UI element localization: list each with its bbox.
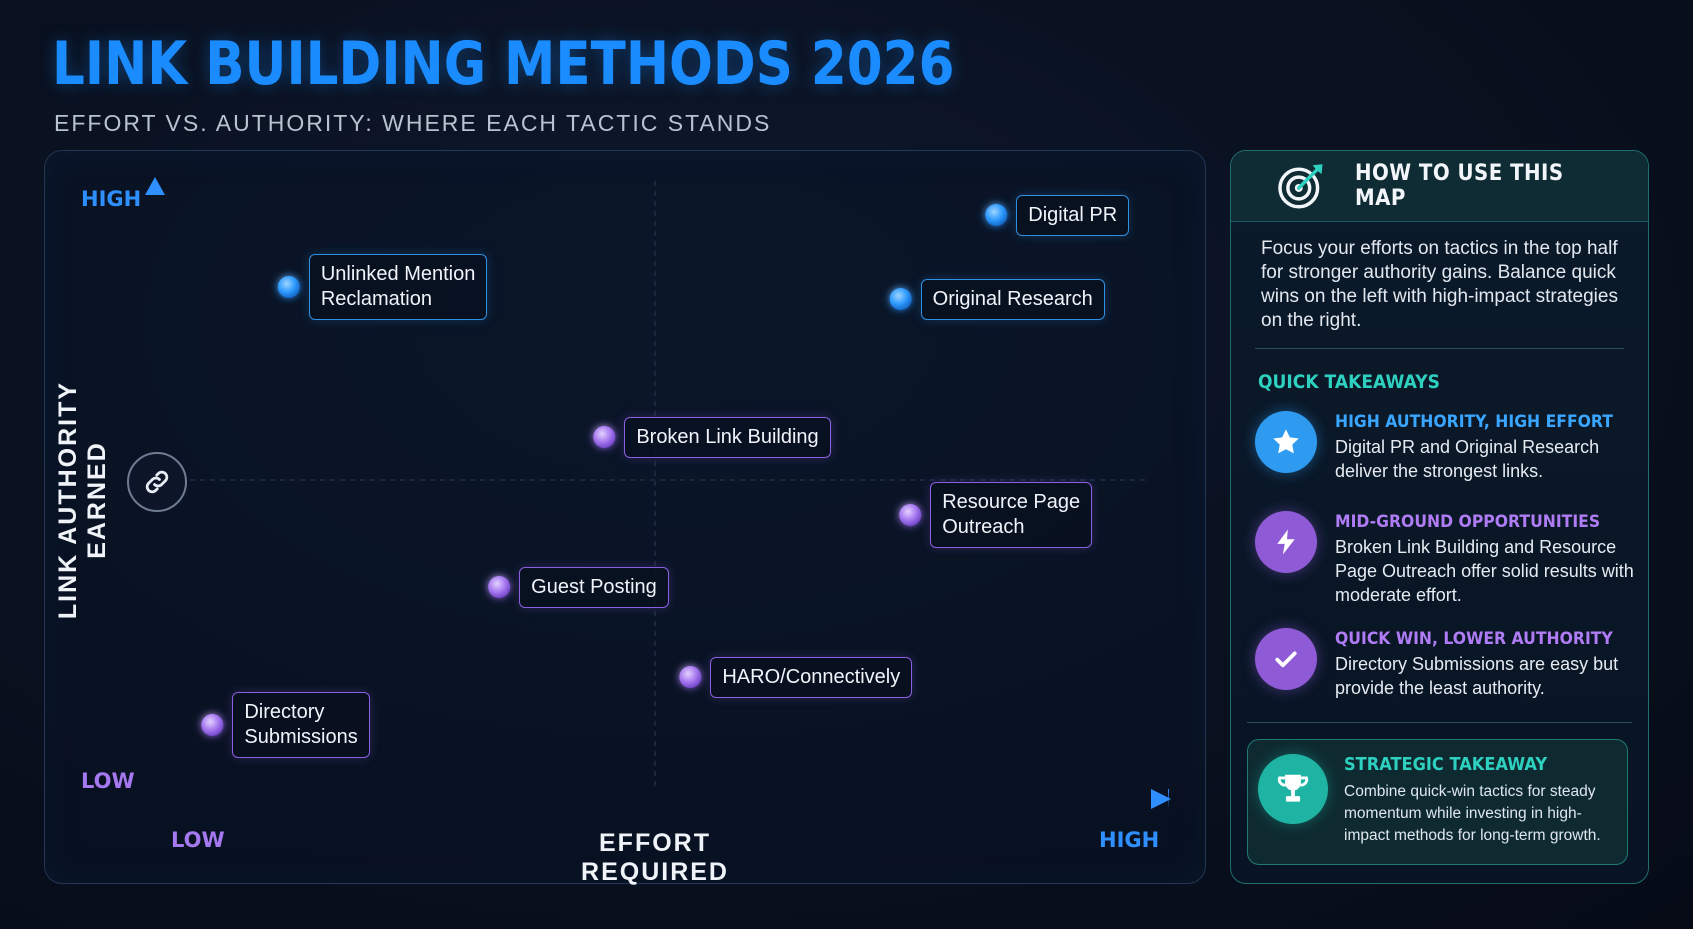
data-point-label: Directory Submissions — [232, 692, 370, 758]
data-point — [201, 714, 224, 736]
takeaway-body: Directory Submissions are easy but provi… — [1335, 654, 1619, 698]
data-point — [985, 204, 1008, 226]
x-axis-title: EFFORT REQUIRED — [581, 829, 729, 886]
panel-intro: Focus your efforts on tactics in the top… — [1261, 238, 1618, 331]
data-point — [277, 276, 300, 298]
takeaway-quick-win: QUICK WIN, LOWER AUTHORITY Directory Sub… — [1255, 628, 1635, 700]
data-point-label: HARO/Connectively — [710, 656, 913, 698]
data-point-label: Guest Posting — [519, 566, 669, 608]
data-point — [899, 504, 922, 526]
y-low-label: LOW — [81, 769, 135, 793]
panel-header: HOW TO USE THIS MAP — [1231, 151, 1648, 222]
y-axis-title: LINK AUTHORITY EARNED — [54, 380, 111, 620]
divider — [1247, 722, 1632, 723]
takeaway-heading: HIGH AUTHORITY, HIGH EFFORT — [1335, 412, 1613, 432]
data-point — [889, 288, 912, 310]
takeaway-mid-ground: MID-GROUND OPPORTUNITIES Broken Link Bui… — [1255, 511, 1635, 607]
chart-panel: Digital PR Original Research Unlinked Ment… — [44, 150, 1206, 886]
data-point-label: Resource Page Outreach — [930, 482, 1093, 548]
x-high-label: HIGH — [1099, 828, 1160, 852]
data-point-label: Original Research — [920, 278, 1105, 320]
panel-title: HOW TO USE THIS MAP — [1354, 161, 1564, 211]
takeaway-heading: MID-GROUND OPPORTUNITIES — [1335, 512, 1601, 532]
strategic-takeaway-box: STRATEGIC TAKEAWAY Combine quick-win tac… — [1247, 739, 1628, 865]
how-to-use-panel: HOW TO USE THIS MAP Focus your efforts o… — [1230, 150, 1649, 884]
takeaway-heading: QUICK WIN, LOWER AUTHORITY — [1335, 629, 1613, 649]
data-point-label: Broken Link Building — [624, 416, 831, 458]
trophy-icon — [1258, 754, 1328, 824]
checkmark-icon — [1255, 628, 1317, 690]
x-axis-arrowhead — [1151, 789, 1171, 809]
strategic-heading: STRATEGIC TAKEAWAY — [1344, 754, 1548, 775]
y-high-label: HIGH — [81, 187, 142, 211]
takeaway-body: Broken Link Building and Resource Page O… — [1335, 537, 1634, 605]
takeaway-body: Digital PR and Original Research deliver… — [1335, 437, 1600, 481]
data-point — [488, 576, 511, 598]
page-title: LINK BUILDING METHODS 2026 — [52, 29, 955, 99]
target-icon — [1278, 164, 1323, 209]
lightning-icon — [1255, 511, 1317, 573]
takeaway-high-authority: HIGH AUTHORITY, HIGH EFFORT Digital PR a… — [1255, 411, 1635, 483]
data-point-label: Unlinked Mention Reclamation — [308, 254, 488, 320]
x-low-label: LOW — [171, 828, 225, 852]
divider — [1255, 348, 1624, 349]
page-subtitle: EFFORT VS. AUTHORITY: WHERE EACH TACTIC … — [54, 110, 772, 136]
data-point — [679, 666, 702, 688]
link-icon — [145, 470, 169, 494]
link-badge — [127, 452, 187, 512]
data-point — [593, 426, 616, 448]
quick-takeaways-title: QUICK TAKEAWAYS — [1258, 371, 1440, 393]
star-icon — [1255, 411, 1317, 473]
strategic-body: Combine quick-win tactics for steady mom… — [1344, 783, 1601, 844]
y-axis-arrow — [145, 177, 165, 195]
data-point-label: Digital PR — [1016, 194, 1130, 236]
